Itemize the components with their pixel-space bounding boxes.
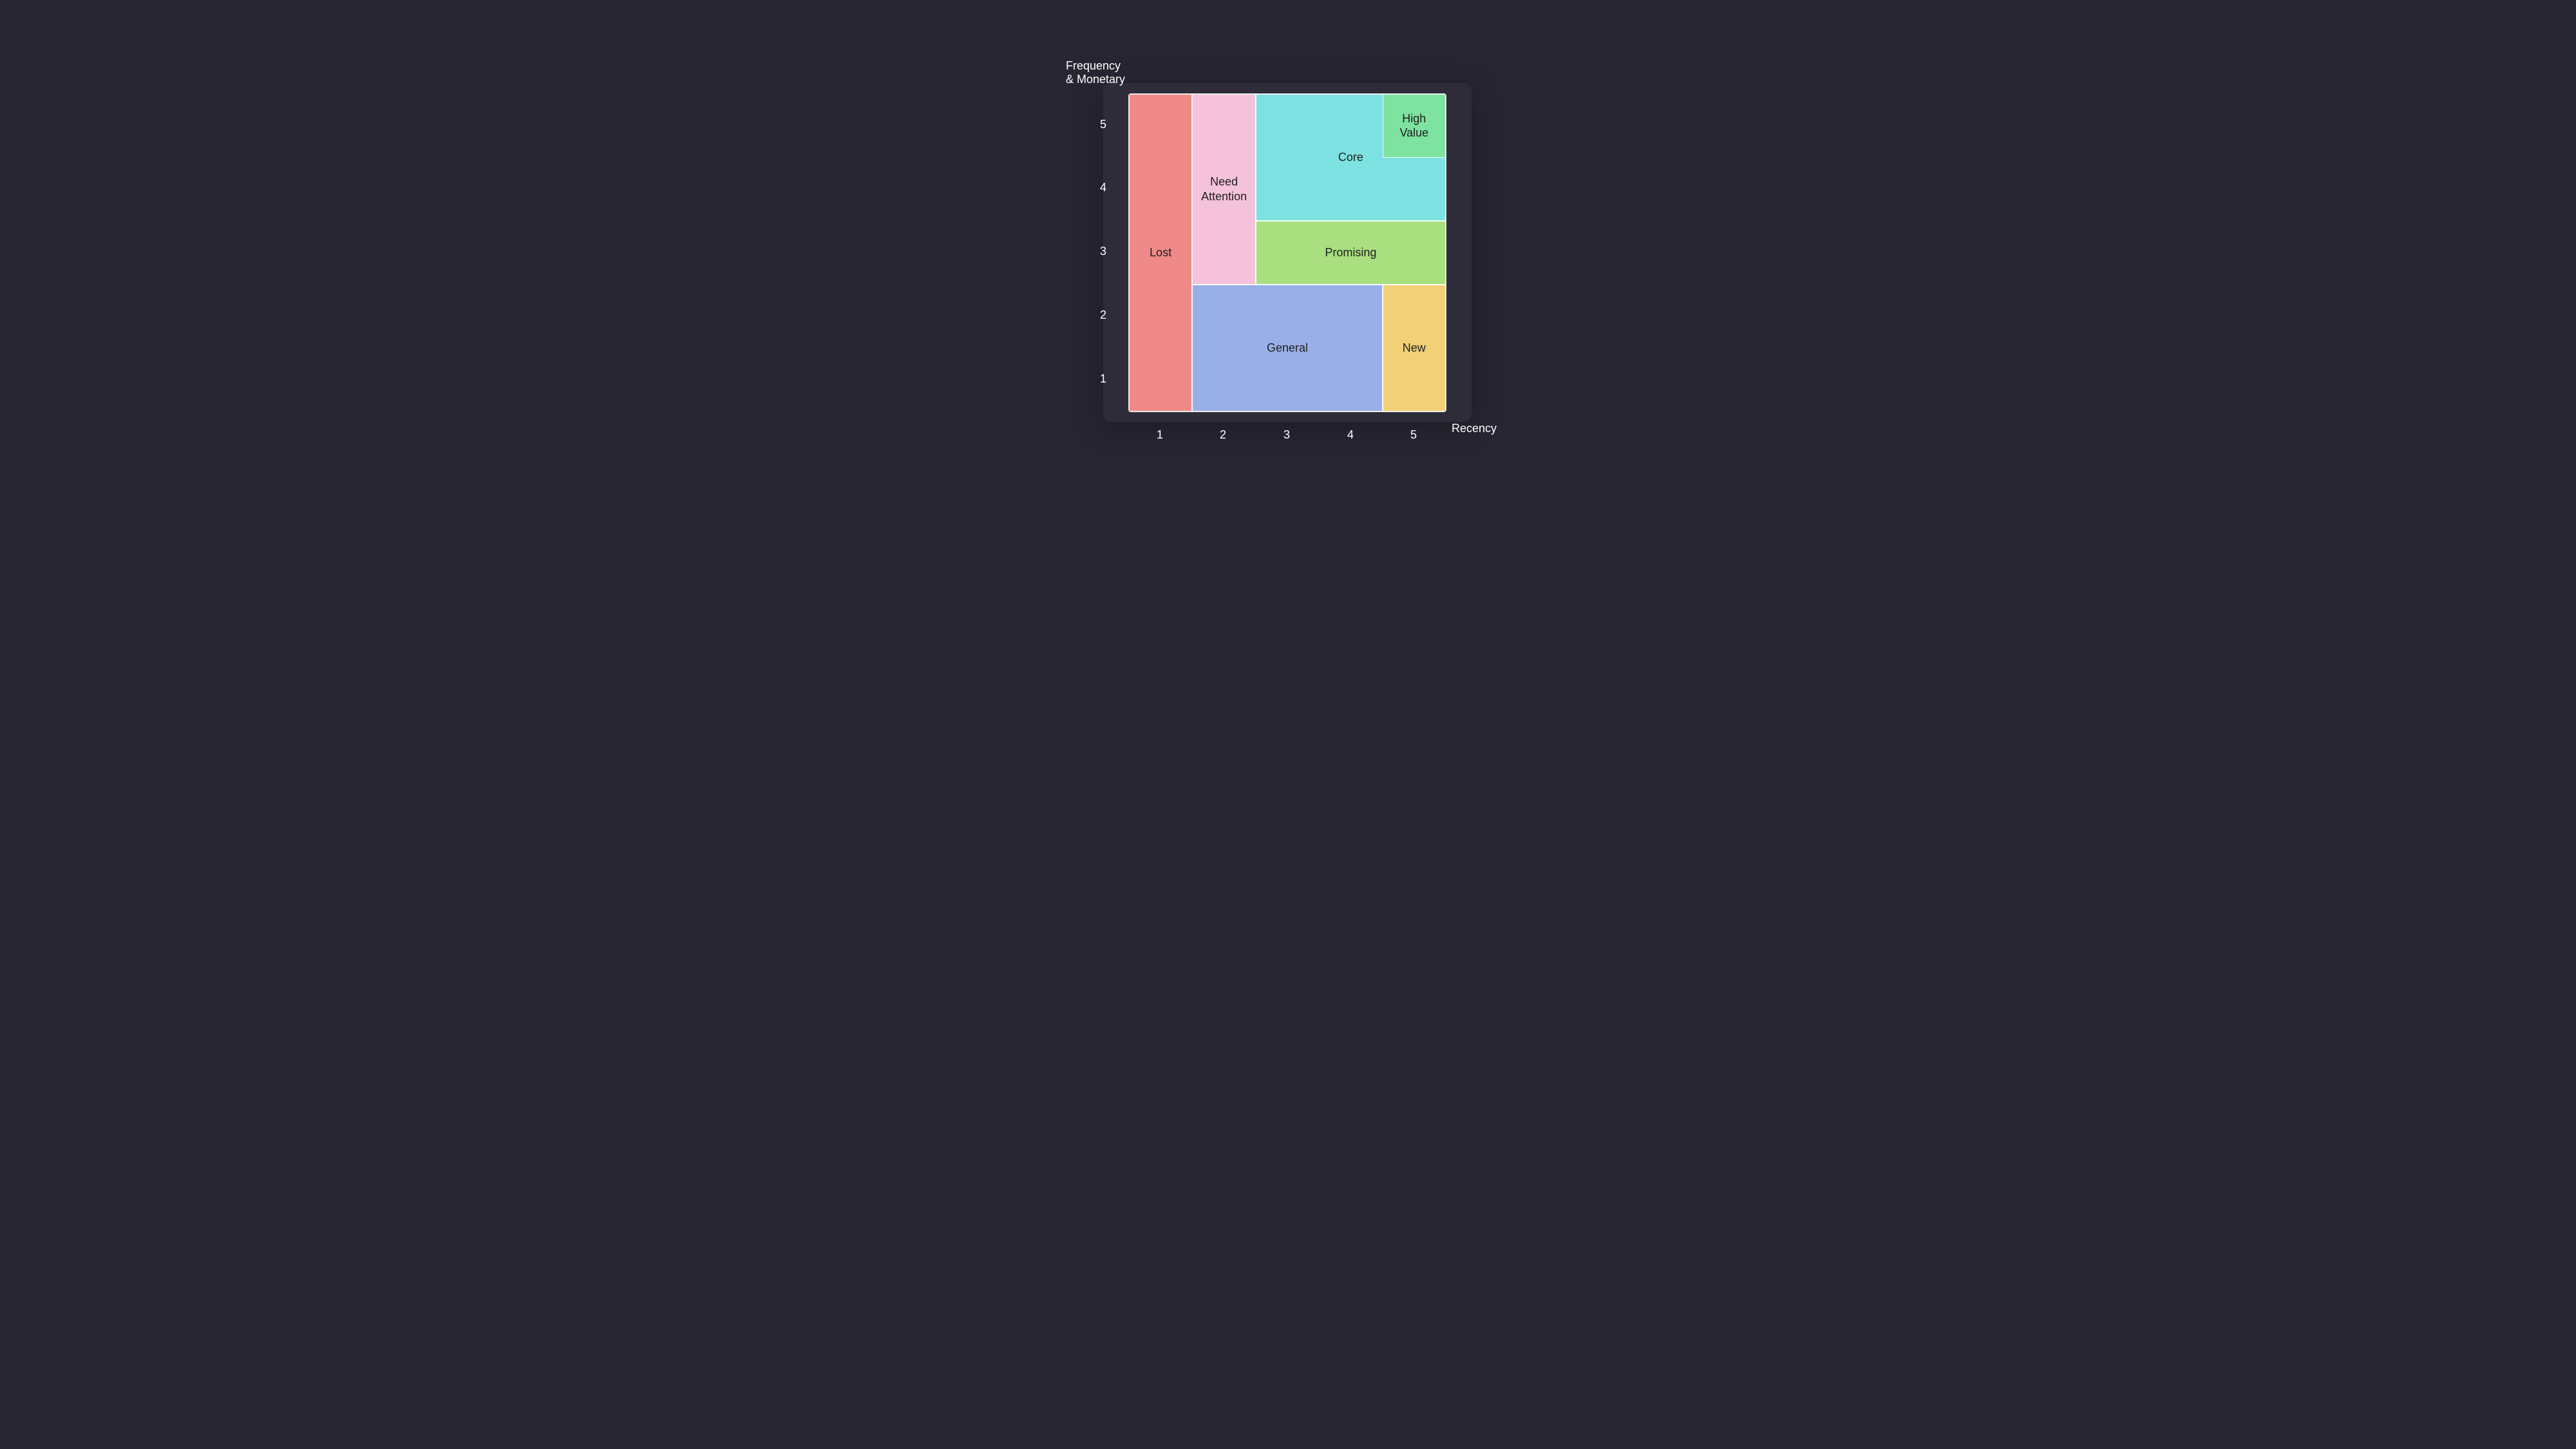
x-axis-title: Recency xyxy=(1452,422,1497,435)
y-tick-3: 3 xyxy=(1087,245,1106,258)
segment-general: General xyxy=(1192,285,1382,412)
segment-new: New xyxy=(1383,285,1446,412)
segment-need-attention: NeedAttention xyxy=(1192,94,1255,285)
y-axis-title: Frequency& Monetary xyxy=(1066,59,1125,86)
x-tick-3: 3 xyxy=(1277,428,1296,442)
segment-lost: Lost xyxy=(1129,94,1192,412)
y-tick-4: 4 xyxy=(1087,181,1106,194)
segment-high-value: HighValue xyxy=(1383,94,1446,158)
y-tick-5: 5 xyxy=(1087,118,1106,131)
rfm-chart: Frequency& Monetary 5 4 3 2 1 Lost NeedA… xyxy=(819,0,1757,526)
segment-promising: Promising xyxy=(1256,221,1446,285)
x-tick-4: 4 xyxy=(1341,428,1360,442)
x-tick-2: 2 xyxy=(1213,428,1233,442)
y-tick-2: 2 xyxy=(1087,308,1106,322)
x-tick-5: 5 xyxy=(1404,428,1423,442)
x-tick-1: 1 xyxy=(1150,428,1170,442)
y-tick-1: 1 xyxy=(1087,372,1106,386)
segment-grid: Lost NeedAttention Core HighValue Promis… xyxy=(1128,93,1446,412)
